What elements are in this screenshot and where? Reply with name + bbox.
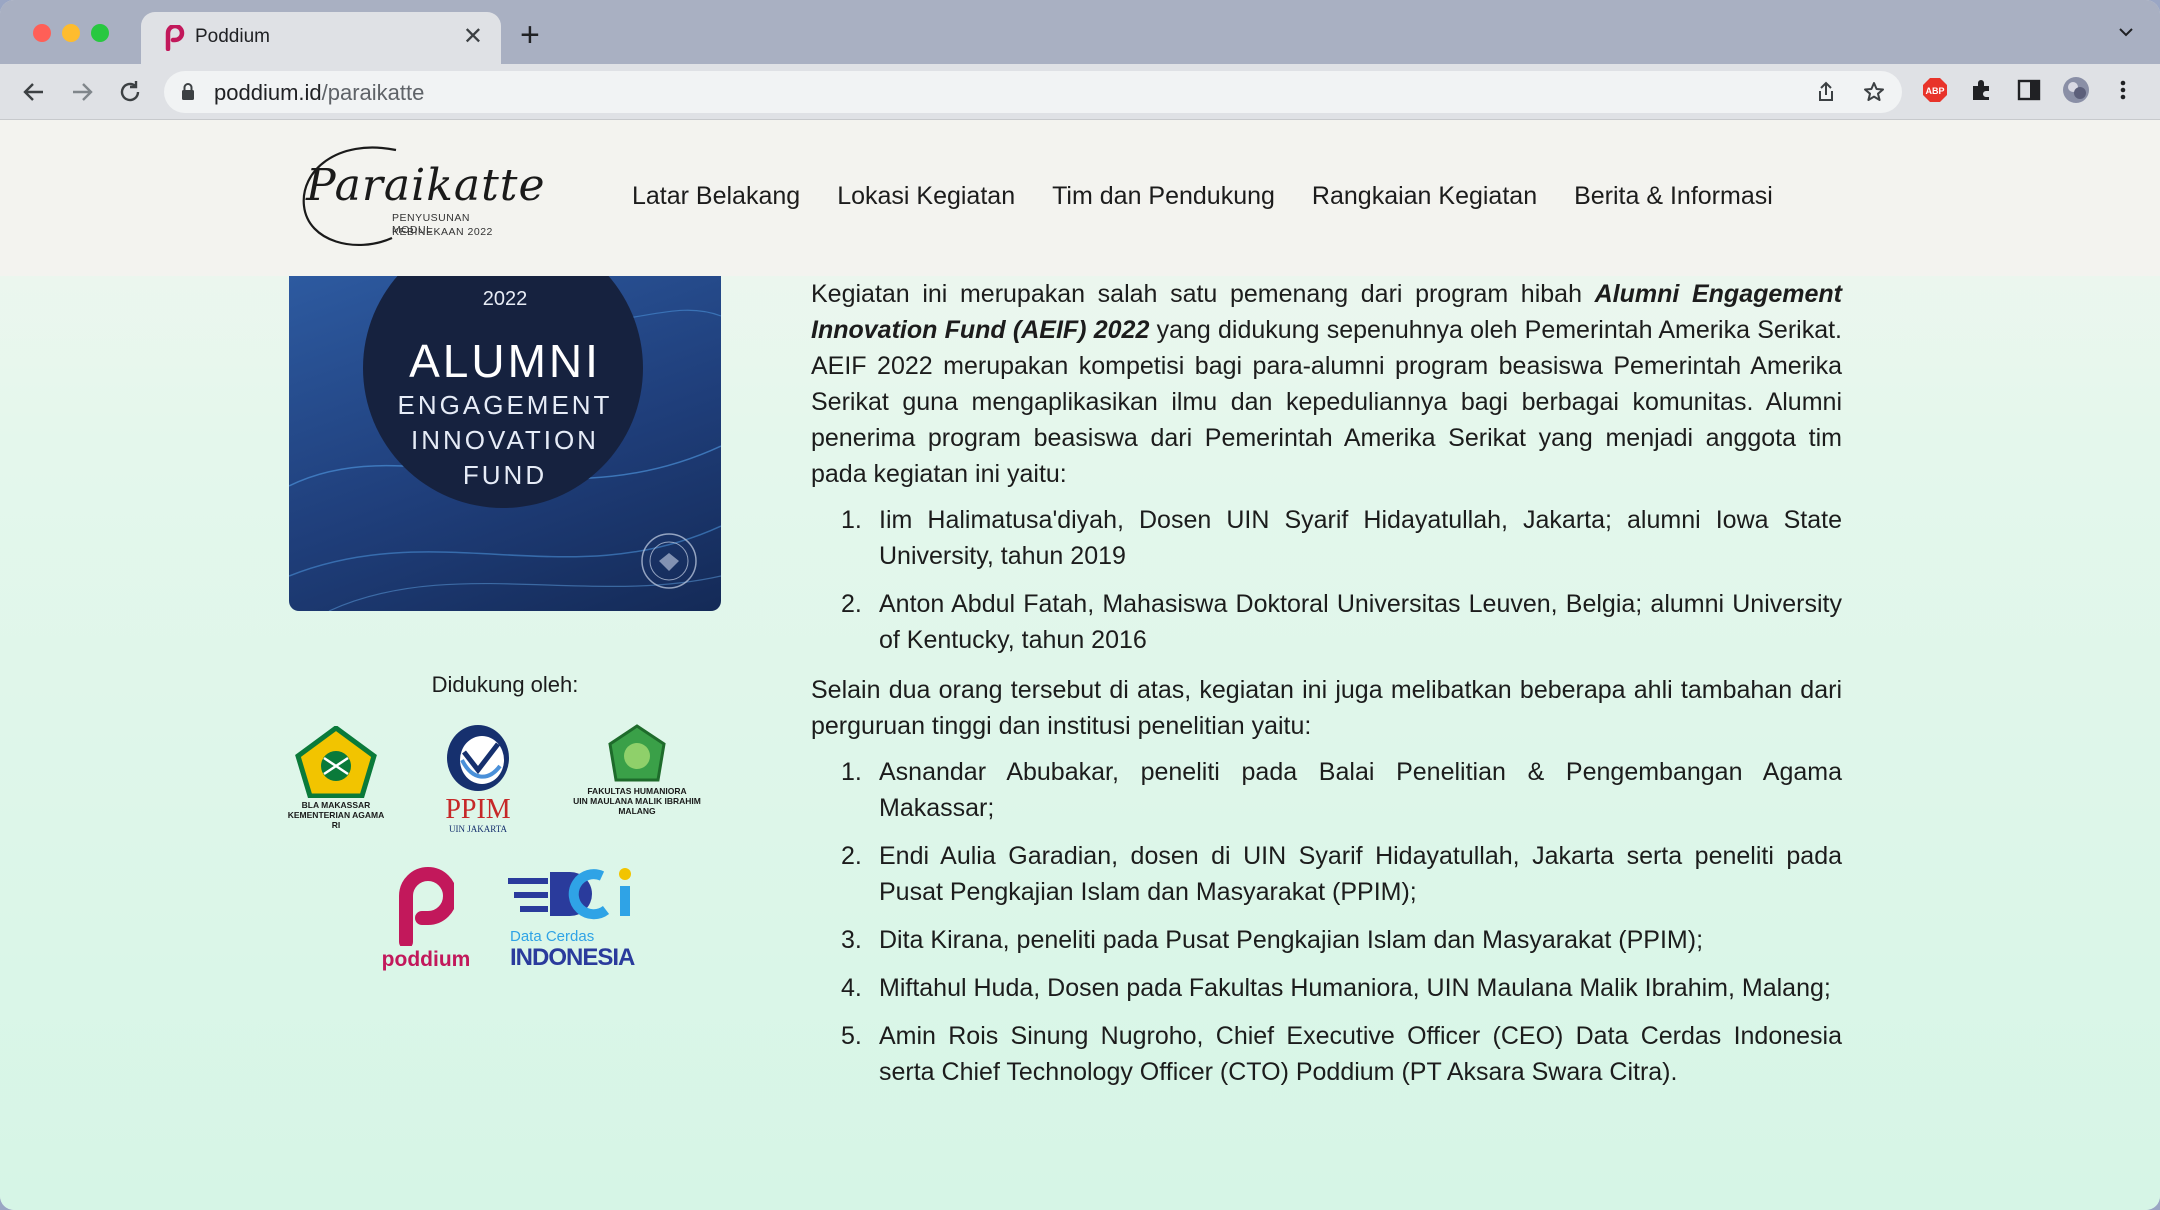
- list-item: 4. Miftahul Huda, Dosen pada Fakultas Hum…: [811, 970, 1842, 1006]
- list-number: 3.: [841, 926, 862, 954]
- list-item: 3. Dita Kirana, peneliti pada Pusat Pengk…: [811, 922, 1842, 958]
- nav-berita-informasi[interactable]: Berita & Informasi: [1574, 182, 1773, 211]
- logo-subtitle-2: KEBINEKAAN 2022: [392, 226, 493, 238]
- maximize-window-button[interactable]: [91, 24, 109, 42]
- bla-caption-1: BLA MAKASSAR: [301, 800, 371, 810]
- list-text: Endi Aulia Garadian, dosen di UIN Syarif…: [879, 842, 1842, 906]
- ppim-logo[interactable]: PPIM UIN JAKARTA: [438, 722, 518, 834]
- aeif-banner-image: 2022 ALUMNI ENGAGEMENT INNOVATION FUND: [289, 276, 721, 611]
- adblock-plus-icon[interactable]: ABP: [1921, 76, 1949, 104]
- aeif-line-3: INNOVATION: [411, 425, 599, 455]
- ppim-sub: UIN JAKARTA: [449, 824, 507, 834]
- nav-latar-belakang[interactable]: Latar Belakang: [632, 182, 800, 211]
- list-number: 5.: [841, 1022, 862, 1050]
- list-text: Amin Rois Sinung Nugroho, Chief Executiv…: [879, 1022, 1842, 1086]
- fakultas-humaniora-logo[interactable]: FAKULTAS HUMANIORA UIN MAULANA MALIK IBR…: [566, 724, 708, 816]
- supported-by-heading: Didukung oleh:: [431, 672, 579, 697]
- browser-toolbar: poddium.id/paraikatte: [0, 64, 2160, 120]
- web-page: Paraikatte PENYUSUNAN MODUL KEBINEKAAN 2…: [0, 120, 2160, 1210]
- fh-caption-1: FAKULTAS HUMANIORA: [587, 786, 687, 796]
- list-item: 2. Anton Abdul Fatah, Mahasiswa Doktoral …: [811, 586, 1842, 658]
- experts-list: 1. Asnandar Abubakar, peneliti pada Balai…: [811, 754, 1842, 1090]
- url-text[interactable]: poddium.id/paraikatte: [214, 80, 424, 106]
- list-number: 4.: [841, 974, 862, 1002]
- aeif-line-4: FUND: [462, 460, 548, 490]
- url-host: poddium.id: [214, 80, 322, 105]
- dci-emblem-icon: [508, 868, 631, 920]
- kemenag-emblem-icon: [295, 724, 377, 799]
- main-content: Kegiatan ini merupakan salah satu pemena…: [811, 276, 1842, 1104]
- list-text: Anton Abdul Fatah, Mahasiswa Doktoral Un…: [879, 590, 1842, 654]
- new-tab-icon[interactable]: +: [520, 18, 540, 52]
- list-number: 1.: [841, 758, 862, 786]
- minimize-window-button[interactable]: [62, 24, 80, 42]
- paraikatte-logo[interactable]: Paraikatte PENYUSUNAN MODUL KEBINEKAAN 2…: [296, 142, 545, 254]
- ppim-label: PPIM: [445, 794, 511, 825]
- list-number: 1.: [841, 506, 862, 534]
- forward-arrow-icon[interactable]: [66, 76, 98, 108]
- data-cerdas-indonesia-logo[interactable]: Data Cerdas INDONESIA: [508, 864, 640, 974]
- alumni-list: 1. Iim Halimatusa'diyah, Dosen UIN Syarif…: [811, 502, 1842, 658]
- fh-caption-3: MALANG: [618, 806, 656, 816]
- uin-malang-emblem-icon: [608, 724, 666, 782]
- list-item: 1. Iim Halimatusa'diyah, Dosen UIN Syarif…: [811, 502, 1842, 574]
- main-nav: Latar Belakang Lokasi Kegiatan Tim dan P…: [632, 182, 1810, 211]
- extensions-puzzle-icon[interactable]: [1968, 76, 1996, 104]
- tab-search-chevron-icon[interactable]: [2116, 22, 2136, 42]
- dci-line-2: INDONESIA: [510, 944, 635, 971]
- logo-script-text: Paraikatte: [306, 160, 546, 211]
- list-item: 2. Endi Aulia Garadian, dosen di UIN Syar…: [811, 838, 1842, 910]
- list-number: 2.: [841, 842, 862, 870]
- tab-title: Poddium: [195, 26, 270, 47]
- tab-strip: Poddium ✕ +: [0, 0, 2160, 64]
- bla-caption-2: KEMENTERIAN AGAMA RI: [287, 810, 385, 830]
- bla-makassar-logo[interactable]: BLA MAKASSAR KEMENTERIAN AGAMA RI: [284, 724, 388, 830]
- ppim-emblem-icon: [447, 725, 509, 791]
- list-number: 2.: [841, 590, 862, 618]
- abp-label: ABP: [1925, 86, 1944, 96]
- experts-paragraph: Selain dua orang tersebut di atas, kegia…: [811, 676, 1842, 740]
- list-text: Asnandar Abubakar, peneliti pada Balai P…: [879, 758, 1842, 822]
- poddium-logo[interactable]: poddium: [380, 866, 472, 976]
- lock-icon[interactable]: [180, 82, 196, 102]
- poddium-p-icon: [399, 867, 454, 946]
- side-panel-icon[interactable]: [2015, 76, 2043, 104]
- aeif-line-1: ALUMNI: [409, 335, 601, 387]
- nav-tim-dan-pendukung[interactable]: Tim dan Pendukung: [1052, 182, 1275, 211]
- reload-icon[interactable]: [114, 76, 146, 108]
- fh-caption-2: UIN MAULANA MALIK IBRAHIM: [573, 796, 701, 806]
- poddium-label: poddium: [381, 948, 471, 971]
- back-arrow-icon[interactable]: [18, 76, 50, 108]
- list-item: 1. Asnandar Abubakar, peneliti pada Balai…: [811, 754, 1842, 826]
- list-text: Miftahul Huda, Dosen pada Fakultas Human…: [879, 974, 1831, 1002]
- dci-line-1: Data Cerdas: [510, 928, 595, 945]
- browser-menu-icon[interactable]: [2113, 76, 2133, 104]
- us-state-department-seal-icon: [641, 533, 697, 589]
- list-item: 5. Amin Rois Sinung Nugroho, Chief Execut…: [811, 1018, 1842, 1090]
- share-icon[interactable]: [1814, 80, 1838, 104]
- bookmark-star-icon[interactable]: [1862, 80, 1886, 104]
- list-text: Dita Kirana, peneliti pada Pusat Pengkaj…: [879, 926, 1704, 954]
- url-path: /paraikatte: [321, 80, 425, 105]
- close-window-button[interactable]: [33, 24, 51, 42]
- browser-tab-poddium[interactable]: Poddium ✕: [141, 12, 501, 64]
- site-header: Paraikatte PENYUSUNAN MODUL KEBINEKAAN 2…: [0, 120, 2160, 276]
- list-text: Iim Halimatusa'diyah, Dosen UIN Syarif H…: [879, 506, 1842, 570]
- address-bar[interactable]: poddium.id/paraikatte: [164, 71, 1902, 113]
- nav-rangkaian-kegiatan[interactable]: Rangkaian Kegiatan: [1312, 182, 1537, 211]
- aeif-line-2: ENGAGEMENT: [397, 390, 613, 420]
- nav-lokasi-kegiatan[interactable]: Lokasi Kegiatan: [837, 182, 1015, 211]
- poddium-favicon-icon: [165, 25, 185, 51]
- profile-avatar-icon[interactable]: [2062, 76, 2090, 104]
- intro-paragraph: Kegiatan ini merupakan salah satu pemena…: [811, 276, 1842, 492]
- intro-text-1: Kegiatan ini merupakan salah satu pemena…: [811, 280, 1595, 308]
- tab-close-icon[interactable]: ✕: [463, 23, 483, 51]
- browser-window: Poddium ✕ + poddium.id/paraikatte ABP Pa…: [0, 0, 2160, 1210]
- aeif-year: 2022: [482, 288, 528, 310]
